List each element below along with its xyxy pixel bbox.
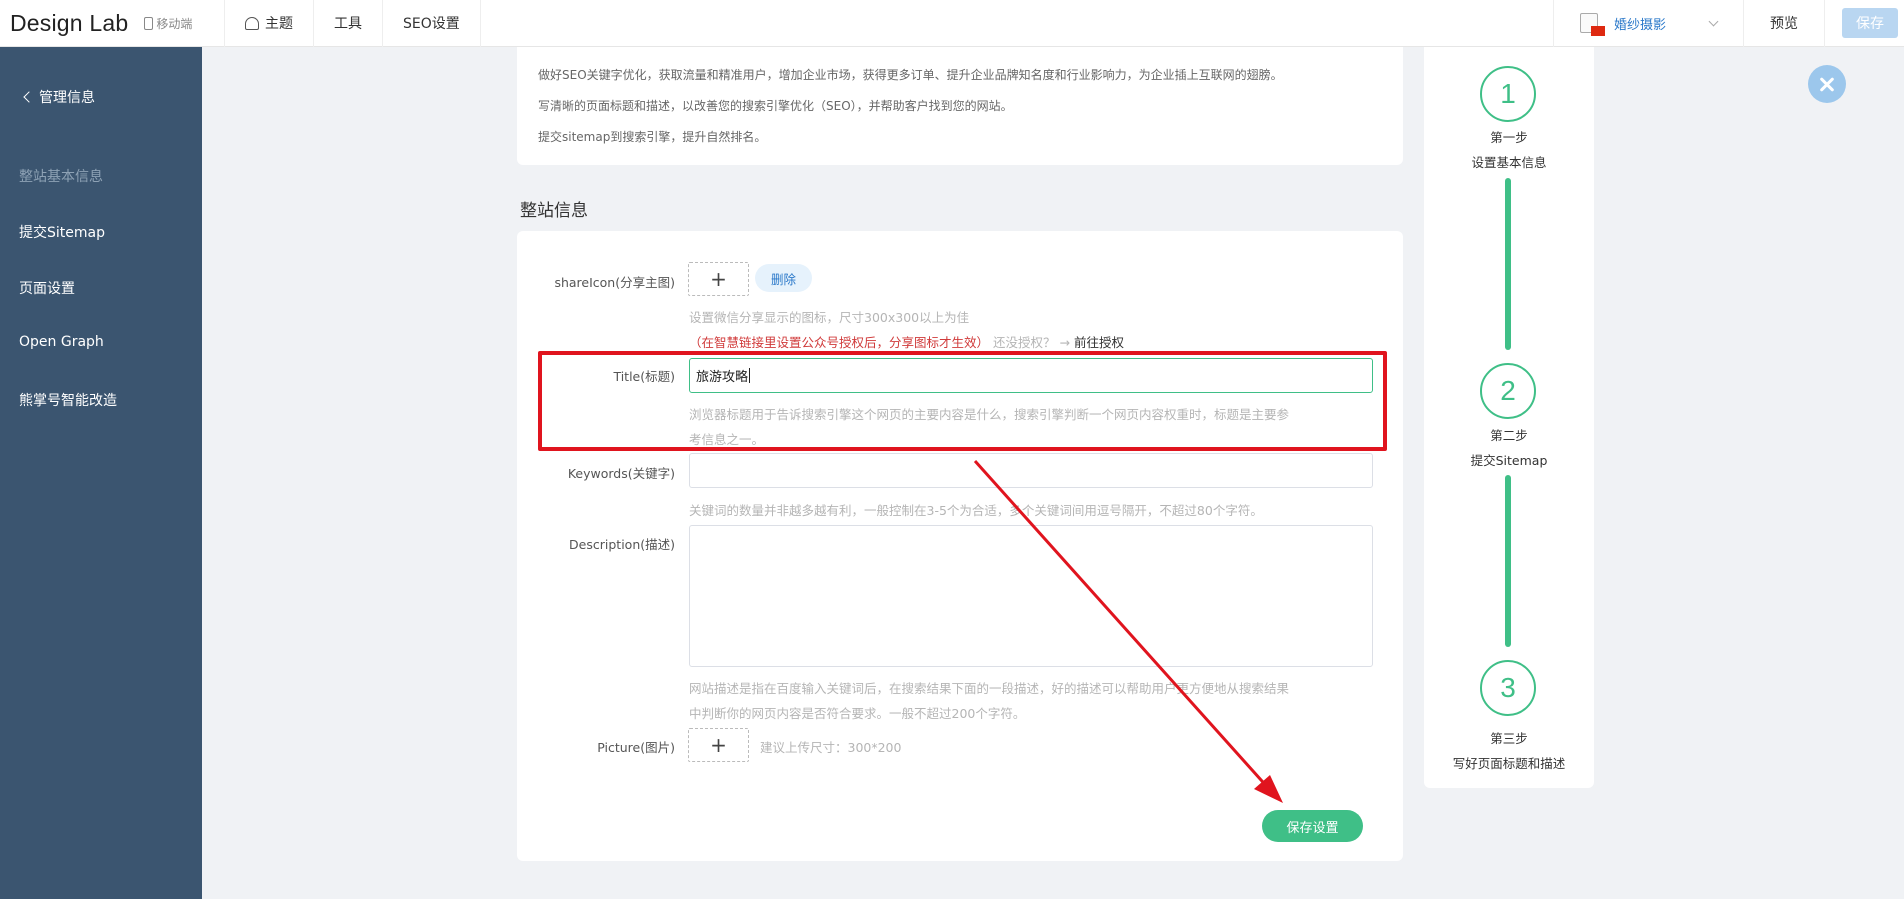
share-icon-label: shareIcon(分享主图) xyxy=(554,275,675,290)
top-bar: Design Lab 移动端 主题 工具 SEO设置 婚纱摄影 预览 保存 xyxy=(0,0,1904,47)
picture-label: Picture(图片) xyxy=(597,740,675,755)
share-icon-auth-hint: （在智慧链接里设置公众号授权后，分享图标才生效） 还没授权？ → 前往授权 xyxy=(689,332,1124,351)
description-label: Description(描述) xyxy=(569,537,675,552)
sidebar-item-open-graph[interactable]: Open Graph xyxy=(19,334,104,350)
top-nav: 主题 工具 SEO设置 xyxy=(225,0,481,47)
description-textarea[interactable] xyxy=(689,525,1373,667)
step-2-title: 第二步 xyxy=(1490,428,1528,443)
keywords-label: Keywords(关键字) xyxy=(567,466,675,481)
share-auth-warning: （在智慧链接里设置公众号授权后，分享图标才生效） xyxy=(689,335,990,350)
section-title: 整站信息 xyxy=(520,201,588,221)
site-document-icon xyxy=(1580,13,1605,36)
intro-line: 提交sitemap到搜索引擎，提升自然排名。 xyxy=(538,130,767,144)
annotation-highlight-box xyxy=(538,351,1387,451)
nav-seo-label: SEO设置 xyxy=(403,16,460,32)
go-authorize-link[interactable]: 前往授权 xyxy=(1074,335,1124,350)
step-2-desc: 提交Sitemap xyxy=(1470,453,1548,468)
description-hint-cont: 中判断你的网页内容是否符合要求。一般不超过200个字符。 xyxy=(689,706,1026,721)
close-icon[interactable] xyxy=(1808,65,1846,103)
mobile-view-toggle[interactable]: 移动端 xyxy=(144,15,192,32)
nav-tools[interactable]: 工具 xyxy=(314,0,383,47)
intro-line: 写清晰的页面标题和描述，以改善您的搜索引擎优化（SEO），并帮助客户找到您的网站… xyxy=(538,99,1013,113)
step-1-circle: 1 xyxy=(1480,66,1536,122)
theme-icon xyxy=(245,16,259,30)
picture-upload[interactable]: + xyxy=(688,728,749,762)
back-to-management[interactable]: 管理信息 xyxy=(23,87,95,107)
top-right-actions: 婚纱摄影 预览 保存 xyxy=(1553,0,1904,47)
steps-panel: 1 第一步 设置基本信息 2 第二步 提交Sitemap 3 第三步 写好页面标… xyxy=(1424,47,1594,788)
back-label: 管理信息 xyxy=(39,90,95,106)
description-hint: 网站描述是指在百度输入关键词后，在搜索结果下面的一段描述，好的描述可以帮助用户更… xyxy=(689,681,1290,696)
picture-hint: 建议上传尺寸：300*200 xyxy=(760,740,902,755)
step-3-desc: 写好页面标题和描述 xyxy=(1452,756,1566,771)
step-1-desc: 设置基本信息 xyxy=(1471,155,1547,170)
nav-tools-label: 工具 xyxy=(334,16,362,32)
chevron-down-icon xyxy=(1708,16,1719,26)
step-3-title: 第三步 xyxy=(1490,731,1528,746)
keywords-input[interactable] xyxy=(689,453,1373,488)
intro-line: 做好SEO关键字优化，获取流量和精准用户，增加企业市场，获得更多订单、提升企业品… xyxy=(538,68,1283,82)
step-connector xyxy=(1505,178,1511,350)
site-name: 婚纱摄影 xyxy=(1614,17,1667,33)
nav-theme-label: 主题 xyxy=(265,16,293,32)
step-2-circle: 2 xyxy=(1480,363,1536,419)
mobile-phone-icon xyxy=(144,16,154,30)
save-settings-button[interactable]: 保存设置 xyxy=(1262,810,1363,842)
step-1-title: 第一步 xyxy=(1490,130,1528,145)
sidebar-item-submit-sitemap[interactable]: 提交Sitemap xyxy=(19,222,105,242)
china-flag-icon xyxy=(1591,26,1605,36)
share-icon-upload[interactable]: + xyxy=(688,262,749,296)
nav-theme[interactable]: 主题 xyxy=(225,0,314,47)
step-3-circle: 3 xyxy=(1480,660,1536,716)
plus-icon: + xyxy=(710,733,727,757)
plus-icon: + xyxy=(710,267,727,291)
sidebar-item-page-settings[interactable]: 页面设置 xyxy=(19,278,75,298)
arrow-right-icon: → xyxy=(1059,335,1070,350)
chevron-left-icon xyxy=(23,91,35,103)
sidebar-item-site-basic-info[interactable]: 整站基本信息 xyxy=(19,166,103,186)
step-connector xyxy=(1505,475,1511,647)
keywords-hint: 关键词的数量并非越多越有利，一般控制在3-5个为合适，多个关键词间用逗号隔开，不… xyxy=(689,503,1263,518)
share-icon-hint: 设置微信分享显示的图标，尺寸300x300以上为佳 xyxy=(689,310,970,325)
brand-title: Design Lab xyxy=(10,9,129,36)
sidebar-item-xiongzhang[interactable]: 熊掌号智能改造 xyxy=(19,390,117,410)
delete-share-icon-button[interactable]: 删除 xyxy=(755,264,812,292)
sidebar: 管理信息 整站基本信息 提交Sitemap 页面设置 Open Graph 熊掌… xyxy=(0,47,202,899)
save-button[interactable]: 保存 xyxy=(1842,8,1898,38)
brand: Design Lab 移动端 xyxy=(0,0,225,47)
intro-card: 做好SEO关键字优化，获取流量和精准用户，增加企业市场，获得更多订单、提升企业品… xyxy=(517,47,1403,165)
site-selector[interactable]: 婚纱摄影 xyxy=(1553,0,1743,47)
share-auth-question: 还没授权？ xyxy=(993,335,1056,350)
preview-button[interactable]: 预览 xyxy=(1743,0,1825,47)
nav-seo-settings[interactable]: SEO设置 xyxy=(383,0,481,47)
mobile-label: 移动端 xyxy=(156,16,193,31)
